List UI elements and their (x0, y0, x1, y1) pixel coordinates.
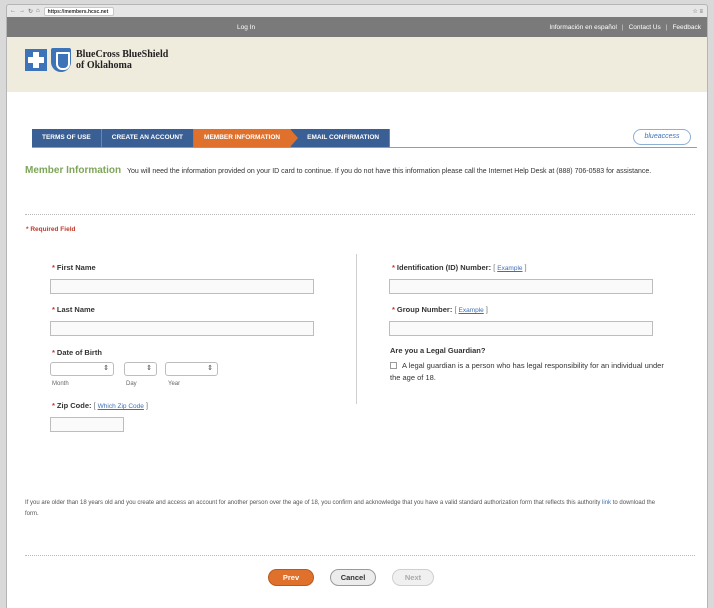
id-number-input[interactable] (389, 279, 653, 294)
site-header: BlueCross BlueShield of Oklahoma (7, 37, 707, 92)
cancel-button[interactable]: Cancel (330, 569, 376, 586)
top-utility-bar: Log In Información en español | Contact … (7, 17, 707, 37)
id-number-label: * Identification (ID) Number: [ Example ] (392, 263, 527, 272)
month-caption: Month (52, 381, 69, 387)
zip-code-label: * Zip Code: [ Which Zip Code ] (52, 401, 148, 410)
separator: | (621, 24, 624, 31)
column-divider (356, 254, 357, 404)
group-example-link[interactable]: Example (458, 307, 483, 314)
login-link[interactable]: Log In (237, 24, 255, 31)
year-select[interactable]: ⇕ (165, 362, 218, 376)
first-name-label: * First Name (52, 263, 96, 272)
blueaccess-logo: blueaccess (633, 129, 691, 145)
reload-icon[interactable]: ↻ (28, 8, 33, 15)
intro-text: Member Information You will need the inf… (25, 164, 695, 178)
step-member-information: MEMBER INFORMATION (194, 129, 299, 147)
year-caption: Year (168, 381, 181, 387)
last-name-input[interactable] (50, 321, 314, 336)
divider (25, 555, 695, 556)
day-select[interactable]: ⇕ (124, 362, 157, 376)
legal-guardian-checkbox[interactable] (390, 362, 397, 369)
required-field-note: * Required Field (26, 226, 76, 233)
page-title: Member Information (25, 165, 122, 176)
date-of-birth-label: * Date of Birth (52, 348, 102, 357)
authorization-note: If you are older than 18 years old and y… (25, 500, 656, 517)
divider (25, 214, 695, 215)
select-arrows-icon: ⇕ (207, 365, 213, 372)
group-number-label: * Group Number: [ Example ] (392, 305, 488, 314)
brand-name[interactable]: BlueCross BlueShield of Oklahoma (76, 49, 168, 71)
legal-guardian-option: A legal guardian is a person who has leg… (390, 361, 664, 382)
day-caption: Day (126, 381, 137, 387)
browser-toolbar: ← → ↻ ⌂ https://members.hcsc.net ☆ ≡ (6, 4, 708, 17)
legal-guardian-question: Are you a Legal Guardian? (390, 346, 486, 355)
which-zip-code-link[interactable]: Which Zip Code (98, 403, 144, 410)
step-email-confirmation: EMAIL CONFIRMATION (291, 129, 391, 147)
blueshield-shield-icon (51, 48, 71, 72)
step-terms-of-use: TERMS OF USE (32, 129, 102, 147)
select-arrows-icon: ⇕ (103, 365, 109, 372)
separator: | (665, 24, 668, 31)
step-create-account: CREATE AN ACCOUNT (101, 129, 195, 147)
forward-icon[interactable]: → (19, 8, 25, 15)
divider (32, 147, 697, 148)
download-form-link[interactable]: link (602, 500, 611, 506)
next-button[interactable]: Next (392, 569, 434, 586)
group-number-input[interactable] (389, 321, 653, 336)
back-icon[interactable]: ← (10, 8, 16, 15)
spanish-link[interactable]: Información en español (549, 24, 617, 31)
month-select[interactable]: ⇕ (50, 362, 114, 376)
select-arrows-icon: ⇕ (146, 365, 152, 372)
intro-description: You will need the information provided o… (126, 168, 652, 175)
address-bar[interactable]: https://members.hcsc.net (43, 6, 114, 16)
prev-button[interactable]: Prev (268, 569, 314, 586)
id-example-link[interactable]: Example (497, 265, 522, 272)
registration-steps: TERMS OF USE CREATE AN ACCOUNT MEMBER IN… (32, 129, 391, 147)
contact-us-link[interactable]: Contact Us (629, 24, 661, 31)
bluecross-cross-icon (25, 49, 47, 71)
bookmark-star-icon[interactable]: ☆ (692, 9, 697, 15)
zip-code-input[interactable] (50, 417, 124, 432)
feedback-link[interactable]: Feedback (672, 24, 701, 31)
first-name-input[interactable] (50, 279, 314, 294)
home-icon[interactable]: ⌂ (36, 8, 40, 15)
last-name-label: * Last Name (52, 305, 95, 314)
menu-icon[interactable]: ≡ (699, 9, 703, 15)
